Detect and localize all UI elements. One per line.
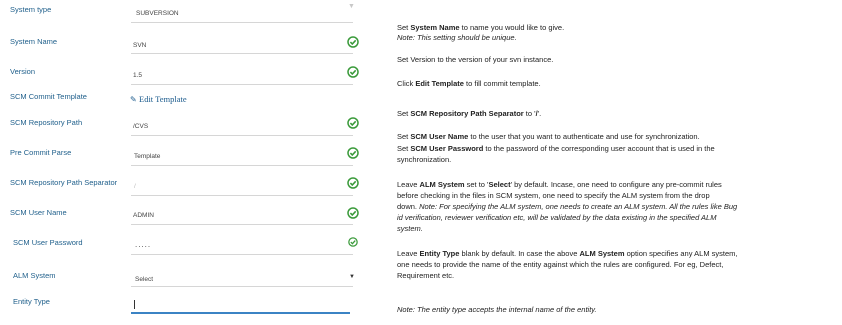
help-entity-type-3: Requirement etc. — [397, 271, 455, 280]
text-cursor — [134, 300, 135, 309]
system-name-underline — [131, 53, 353, 54]
version-label: Version — [10, 67, 36, 76]
user-password-underline — [131, 254, 353, 255]
check-circle-icon — [347, 66, 359, 78]
help-alm-system-5: system. — [397, 224, 423, 233]
help-user-password-cont: synchronization. — [397, 155, 452, 164]
system-name-input[interactable]: SVN — [133, 42, 146, 49]
version-underline — [131, 84, 353, 85]
system-type-label: System type — [10, 5, 52, 14]
system-type-select[interactable]: SUBVERSION — [136, 10, 179, 17]
pre-commit-input[interactable]: Template — [134, 153, 160, 160]
help-system-name: Set System Name to name you would like t… — [397, 23, 565, 32]
commit-template-label: SCM Commit Template — [10, 92, 87, 101]
repo-path-label: SCM Repository Path — [10, 118, 83, 127]
user-name-label: SCM User Name — [10, 208, 67, 217]
entity-type-label: Entity Type — [13, 297, 50, 306]
help-entity-type-note: Note: The entity type accepts the intern… — [397, 305, 597, 314]
check-circle-icon — [347, 207, 359, 219]
user-password-label: SCM User Password — [13, 238, 83, 247]
help-alm-system-2: before checking in the files in SCM syst… — [397, 191, 710, 200]
check-circle-icon — [348, 237, 358, 247]
entity-type-underline — [131, 312, 350, 314]
path-separator-underline — [131, 195, 353, 196]
check-circle-icon — [347, 117, 359, 129]
user-name-input[interactable]: ADMIN — [133, 212, 154, 219]
path-separator-input[interactable]: / — [134, 183, 136, 190]
help-version: Set Version to the version of your svn i… — [397, 55, 554, 64]
pre-commit-underline — [131, 165, 353, 166]
help-system-name-note: Note: This setting should be unique. — [397, 33, 517, 42]
user-password-input[interactable]: ..... — [135, 240, 151, 249]
system-name-label: System Name — [10, 37, 58, 46]
help-user-name: Set SCM User Name to the user that you w… — [397, 132, 700, 141]
alm-system-label: ALM System — [13, 271, 56, 280]
pre-commit-label: Pre Commit Parse — [10, 148, 72, 157]
help-edit-template: Click Edit Template to fill commit templ… — [397, 79, 541, 88]
help-entity-type-1: Leave Entity Type blank by default. In c… — [397, 249, 738, 258]
caret-down-icon[interactable]: ▼ — [349, 274, 355, 280]
system-type-underline — [131, 22, 353, 23]
version-input[interactable]: 1.5 — [133, 72, 142, 79]
help-path-separator: Set SCM Repository Path Separator to '/'… — [397, 109, 542, 118]
edit-template-link[interactable]: ✎ Edit Template — [130, 94, 187, 104]
check-circle-icon — [347, 177, 359, 189]
repo-path-underline — [131, 135, 353, 136]
check-circle-icon — [347, 36, 359, 48]
edit-template-label: Edit Template — [139, 94, 187, 104]
path-separator-label: SCM Repository Path Separator — [10, 178, 118, 187]
help-alm-system-4: id verification, reviewer verification e… — [397, 213, 717, 222]
alm-system-underline — [131, 286, 353, 287]
help-alm-system-1: Leave ALM System set to 'Select' by defa… — [397, 180, 722, 189]
check-circle-icon — [347, 147, 359, 159]
help-entity-type-2: one needs to provide the name of the ent… — [397, 260, 724, 269]
repo-path-input[interactable]: /CVS — [133, 123, 148, 130]
caret-down-icon[interactable]: ▼ — [348, 3, 355, 10]
pencil-icon: ✎ — [130, 95, 137, 104]
alm-system-select[interactable]: Select — [135, 276, 153, 283]
help-alm-system-3: down. Note: For specifying the ALM syste… — [397, 202, 738, 211]
user-name-underline — [131, 224, 353, 225]
help-user-password: Set SCM User Password to the password of… — [397, 144, 715, 153]
